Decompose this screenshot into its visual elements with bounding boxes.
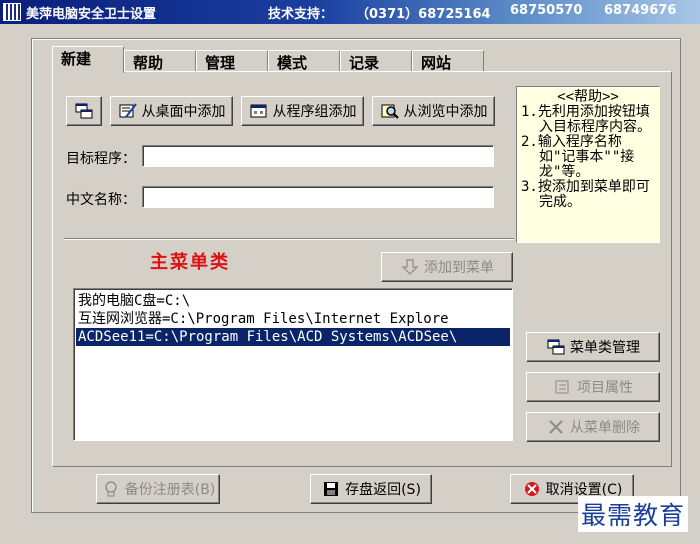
window-title: 美萍电脑安全卫士设置 — [26, 7, 157, 22]
add-from-program-group-label: 从程序组添加 — [272, 104, 357, 120]
main-menu-category-heading: 主菜单类 — [150, 252, 230, 273]
list-item[interactable]: ACDSee11=C:\Program Files\ACD Systems\AC… — [76, 328, 510, 346]
watermark-text: 最需教育 — [578, 496, 689, 532]
support-phone-1: （0371）68725164 — [356, 7, 491, 22]
section-divider — [64, 238, 514, 240]
help-title: <<帮助>> — [557, 89, 619, 105]
desktop-edit-icon — [118, 102, 138, 120]
arrow-down-icon — [400, 258, 420, 276]
help-box: <<帮助>> 1.先利用添加按钮填入目标程序内容。 2.输入程序名称如"记事本"… — [516, 86, 660, 243]
add-from-desktop-label: 从桌面中添加 — [141, 104, 226, 120]
title-bar: 美萍电脑安全卫士设置 技术支持： （0371）68725164 68750570… — [0, 0, 700, 24]
menu-category-manage-button[interactable]: 菜单类管理 — [526, 332, 660, 362]
window-list-button[interactable] — [66, 96, 102, 126]
add-from-desktop-button[interactable]: 从桌面中添加 — [110, 96, 233, 126]
delete-from-menu-button[interactable]: 从菜单删除 — [526, 412, 660, 442]
delete-x-icon — [546, 418, 566, 436]
add-from-program-group-button[interactable]: 从程序组添加 — [241, 96, 364, 126]
add-to-menu-button[interactable]: 添加到菜单 — [381, 252, 513, 282]
properties-icon — [553, 378, 573, 396]
chinese-name-label: 中文名称： — [66, 192, 136, 208]
list-item[interactable]: 互连网浏览器=C:\Program Files\Internet Explore — [76, 310, 510, 328]
tab-new[interactable]: 新建 — [52, 46, 124, 73]
windows-icon — [546, 338, 566, 356]
tab-mode[interactable]: 模式 — [268, 50, 340, 72]
item-properties-button[interactable]: 项目属性 — [526, 372, 660, 402]
tab-help[interactable]: 帮助 — [124, 50, 196, 72]
cancel-icon — [522, 480, 542, 498]
tab-log[interactable]: 记录 — [340, 50, 412, 72]
add-to-menu-label: 添加到菜单 — [424, 260, 494, 276]
save-return-label: 存盘返回(S) — [345, 482, 421, 498]
tab-website[interactable]: 网站 — [412, 50, 484, 72]
backup-registry-label: 备份注册表(B) — [124, 482, 216, 498]
item-properties-label: 项目属性 — [577, 380, 633, 396]
list-item[interactable]: 我的电脑C盘=C:\ — [76, 292, 510, 310]
support-label: 技术支持： — [268, 7, 334, 22]
floppy-disk-icon — [321, 480, 341, 498]
help-line-3: 3.按添加到菜单即可完成。 — [521, 179, 650, 210]
magnifier-icon — [380, 102, 400, 120]
add-from-browse-button[interactable]: 从浏览中添加 — [372, 96, 495, 126]
help-line-1: 1.先利用添加按钮填入目标程序内容。 — [521, 104, 651, 135]
program-group-icon — [249, 102, 269, 120]
chinese-name-input[interactable] — [142, 186, 494, 208]
save-return-button[interactable]: 存盘返回(S) — [310, 474, 432, 504]
menu-category-manage-label: 菜单类管理 — [570, 340, 640, 356]
add-from-browse-label: 从浏览中添加 — [403, 104, 488, 120]
windows-icon — [74, 102, 94, 120]
delete-from-menu-label: 从菜单删除 — [570, 420, 640, 436]
support-phone-2: 68750570 — [510, 3, 583, 18]
app-icon — [3, 3, 21, 21]
help-line-2: 2.输入程序名称如"记事本""接龙"等。 — [521, 134, 635, 180]
lightbulb-icon — [101, 480, 121, 498]
tab-manage[interactable]: 管理 — [196, 50, 268, 72]
menu-item-list[interactable]: 我的电脑C盘=C:\ 互连网浏览器=C:\Program Files\Inter… — [73, 288, 513, 441]
target-program-input[interactable] — [142, 145, 494, 167]
support-phone-3: 68749676 — [604, 3, 677, 18]
target-program-label: 目标程序： — [66, 151, 136, 167]
backup-registry-button[interactable]: 备份注册表(B) — [96, 474, 220, 504]
